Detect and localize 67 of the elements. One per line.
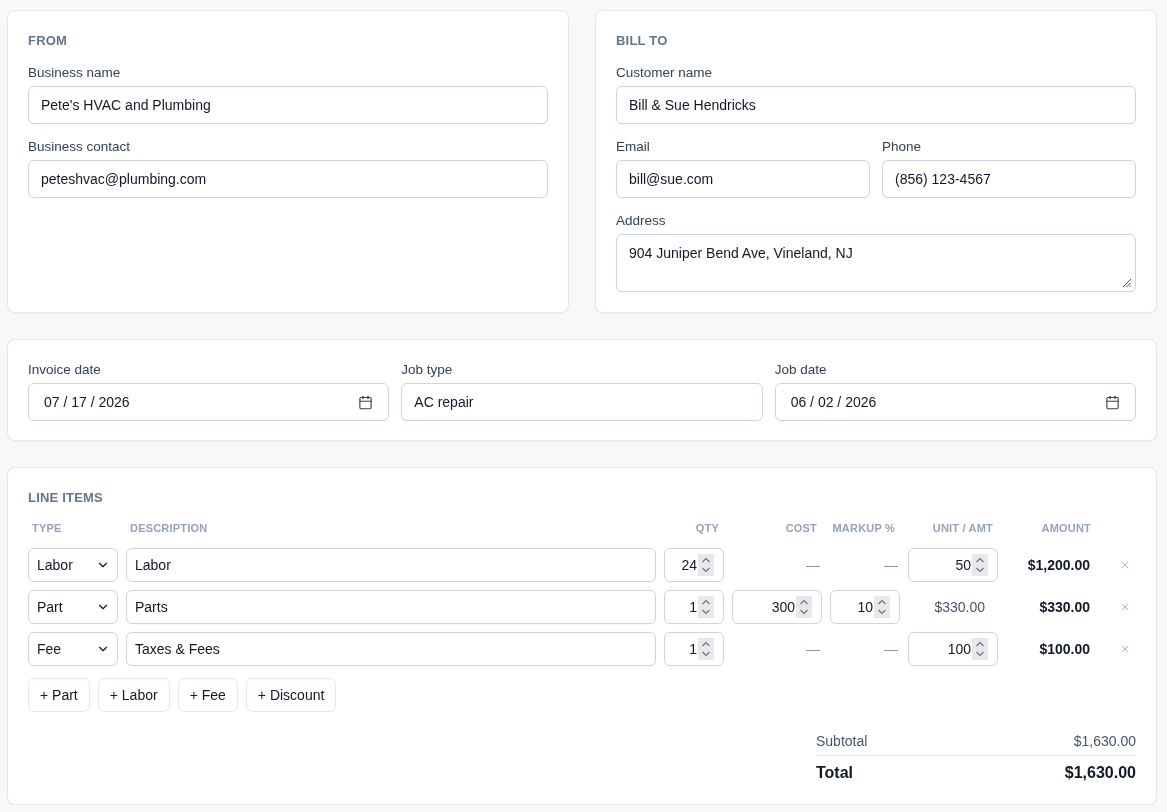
empty-value-dash: — <box>884 641 899 657</box>
type-select[interactable]: Part <box>28 590 118 624</box>
column-header: AMOUNT <box>1041 521 1092 535</box>
stepper-icon[interactable] <box>874 596 890 618</box>
stepper-icon[interactable] <box>972 638 988 660</box>
description-field[interactable]: Labor <box>126 548 656 582</box>
field-label: Email <box>616 138 650 156</box>
add-item-button[interactable]: + Labor <box>97 678 170 712</box>
date-field[interactable]: 07 / 17 / 2026 <box>28 383 390 421</box>
type-select[interactable]: Labor <box>28 548 118 582</box>
total-label: Total <box>816 763 854 783</box>
quantity-field[interactable]: 1 <box>664 590 724 624</box>
quantity-field[interactable]: 1 <box>664 632 724 666</box>
number-field[interactable]: 10 <box>830 590 900 624</box>
column-header: DESCRIPTION <box>129 521 208 535</box>
section-heading: FROM <box>28 33 68 49</box>
number-field[interactable]: 300 <box>732 590 822 624</box>
stepper-icon[interactable] <box>796 596 812 618</box>
unit-amount-text: $330.00 <box>934 599 986 615</box>
column-header: QTY <box>695 521 720 535</box>
field-label: Customer name <box>616 64 713 82</box>
input-field[interactable]: AC repair <box>401 383 763 421</box>
empty-value-dash: — <box>884 557 899 573</box>
calendar-icon[interactable] <box>1105 394 1120 410</box>
empty-value-dash: — <box>806 557 821 573</box>
number-field[interactable]: 50 <box>908 548 998 582</box>
input-field[interactable]: Bill & Sue Hendricks <box>616 86 1136 124</box>
stepper-icon[interactable] <box>698 638 714 660</box>
quantity-field[interactable]: 24 <box>664 548 724 582</box>
empty-value-dash: — <box>806 641 821 657</box>
amount-text: $330.00 <box>1039 599 1091 615</box>
field-label: Job date <box>774 361 827 379</box>
field-label: Invoice date <box>28 361 101 379</box>
column-header: UNIT / AMT <box>932 521 994 535</box>
date-field[interactable]: 06 / 02 / 2026 <box>774 383 1136 421</box>
address-textarea[interactable]: 904 Juniper Bend Ave, Vineland, NJ <box>616 234 1136 292</box>
total-value: $1,630.00 <box>1064 763 1136 783</box>
add-item-button[interactable]: + Fee <box>177 678 238 712</box>
subtotal-label: Subtotal <box>816 732 868 750</box>
section-heading: BILL TO <box>616 33 668 49</box>
field-label: Phone <box>882 138 922 156</box>
field-label: Business name <box>28 64 121 82</box>
field-label: Address <box>616 212 666 230</box>
calendar-icon[interactable] <box>358 394 374 410</box>
description-field[interactable]: Taxes & Fees <box>126 632 656 666</box>
amount-text: $100.00 <box>1039 641 1091 657</box>
description-field[interactable]: Parts <box>126 590 656 624</box>
column-header: MARKUP % <box>832 521 896 535</box>
stepper-icon[interactable] <box>698 554 714 576</box>
type-select[interactable]: Fee <box>28 632 118 666</box>
amount-text: $1,200.00 <box>1027 557 1091 573</box>
number-field[interactable]: 100 <box>908 632 998 666</box>
column-header: COST <box>785 521 818 535</box>
input-field[interactable]: Pete's HVAC and Plumbing <box>28 86 548 124</box>
add-item-button[interactable]: + Part <box>28 678 90 712</box>
resize-handle-icon[interactable] <box>1122 278 1132 288</box>
add-item-button[interactable]: + Discount <box>245 678 337 712</box>
stepper-icon[interactable] <box>698 596 714 618</box>
input-field[interactable]: bill@sue.com <box>616 160 870 198</box>
subtotal-value: $1,630.00 <box>1073 732 1136 750</box>
input-field[interactable]: peteshvac@plumbing.com <box>28 160 548 198</box>
column-header: TYPE <box>31 521 62 535</box>
field-label: Business contact <box>28 138 131 156</box>
input-field[interactable]: (856) 123-4567 <box>882 160 1136 198</box>
section-heading: LINE ITEMS <box>28 490 103 506</box>
stepper-icon[interactable] <box>972 554 988 576</box>
field-label: Job type <box>401 361 453 379</box>
